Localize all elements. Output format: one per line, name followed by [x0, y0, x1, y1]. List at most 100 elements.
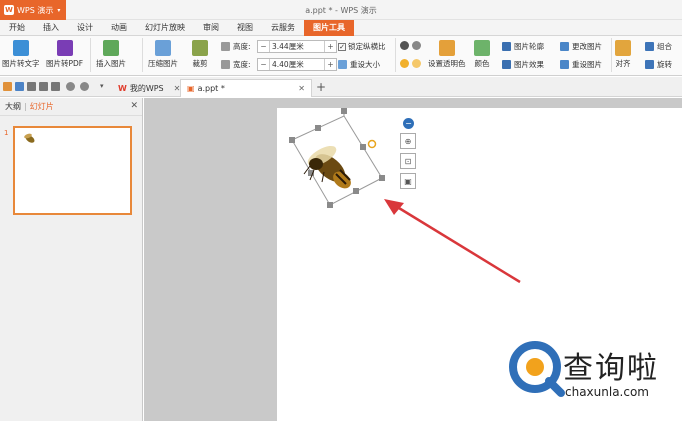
- pic-outline-button[interactable]: 图片轮廓: [502, 41, 544, 52]
- crop-button[interactable]: 裁剪: [192, 40, 208, 69]
- brightness-buttons[interactable]: [400, 59, 424, 68]
- ribbon-tabs: 开始 插入 设计 动画 幻灯片放映 审阅 视图 云服务 图片工具: [0, 19, 682, 36]
- contrast-decrease-icon: [412, 41, 421, 50]
- width-plus[interactable]: +: [325, 60, 336, 69]
- width-label: 宽度:: [221, 59, 251, 70]
- preview-icon[interactable]: [51, 82, 60, 91]
- collapse-icon[interactable]: −: [403, 118, 414, 129]
- brightness-decrease-icon: [412, 59, 421, 68]
- height-input[interactable]: 3.44厘米: [269, 41, 325, 52]
- customize-icon[interactable]: ▾: [100, 82, 109, 91]
- panel-header: 大纲 | 幻灯片: [0, 98, 142, 116]
- compress-button[interactable]: 压缩图片: [148, 40, 178, 69]
- color-icon: [474, 40, 490, 56]
- pic-effect-label: 图片效果: [514, 60, 544, 69]
- rotate-handle-icon[interactable]: [367, 139, 377, 149]
- tab-picture-tools[interactable]: 图片工具: [304, 19, 354, 36]
- rotate-button[interactable]: 旋转: [645, 59, 672, 70]
- doc-tab-my-wps[interactable]: W 我的WPS ✕: [112, 79, 186, 97]
- insert-picture-label: 插入图片: [96, 59, 126, 68]
- close-icon[interactable]: ✕: [298, 84, 305, 93]
- set-transparent-button[interactable]: 设置透明色: [428, 40, 466, 69]
- transparent-icon: [438, 40, 455, 56]
- insert-picture-button[interactable]: 插入图片: [96, 40, 126, 69]
- tab-slideshow[interactable]: 幻灯片放映: [136, 20, 194, 36]
- doc-tab-label: 我的WPS: [129, 83, 164, 93]
- watermark: 查询啦 chaxunla.com: [505, 335, 677, 405]
- tab-outline[interactable]: 大纲: [2, 101, 24, 112]
- compress-icon: [155, 40, 171, 56]
- reset-pic-label: 重设图片: [572, 60, 602, 69]
- export-icon[interactable]: [27, 82, 36, 91]
- pic-to-text-label: 图片转文字: [2, 59, 40, 68]
- height-minus[interactable]: −: [258, 42, 269, 51]
- width-input[interactable]: 4.40厘米: [269, 59, 325, 70]
- zoom-icon[interactable]: ⊕: [400, 133, 416, 149]
- group-button[interactable]: 组合: [645, 41, 672, 52]
- reset-picture-icon: [560, 60, 569, 69]
- redo-icon[interactable]: [80, 82, 89, 91]
- height-icon: [221, 42, 230, 51]
- set-transparent-label: 设置透明色: [428, 59, 466, 68]
- color-label: 颜色: [474, 59, 490, 68]
- doc-tab-label: a.ppt *: [197, 84, 225, 93]
- crop-label: 裁剪: [192, 59, 208, 68]
- picture-text-icon: [12, 40, 29, 56]
- contrast-buttons[interactable]: [400, 41, 424, 50]
- brightness-icon: [400, 59, 409, 68]
- annotation-arrow: [384, 199, 521, 284]
- tab-home[interactable]: 开始: [0, 20, 34, 36]
- divider: [142, 38, 143, 72]
- open-icon[interactable]: [3, 82, 12, 91]
- tab-insert[interactable]: 插入: [34, 20, 68, 36]
- tab-design[interactable]: 设计: [68, 20, 102, 36]
- tab-animation[interactable]: 动画: [102, 20, 136, 36]
- align-button[interactable]: 对齐: [615, 40, 631, 69]
- ppt-file-icon: ▣: [187, 84, 195, 93]
- close-icon[interactable]: ✕: [130, 101, 138, 111]
- slide-thumbnail[interactable]: [13, 126, 132, 215]
- tab-slides[interactable]: 幻灯片: [27, 101, 57, 112]
- width-minus[interactable]: −: [258, 60, 269, 69]
- tab-view[interactable]: 视图: [228, 20, 262, 36]
- rotate-icon: [645, 60, 654, 69]
- contrast-icon: [400, 41, 409, 50]
- pic-to-pdf-button[interactable]: 图片转PDF: [46, 40, 83, 69]
- quick-access-bar: ▾ W 我的WPS ✕ ▣ a.ppt * ✕ +: [0, 77, 682, 97]
- crop-icon: [192, 40, 208, 56]
- undo-icon[interactable]: [66, 82, 75, 91]
- slide-panel: 大纲 | 幻灯片 ✕ 1: [0, 98, 143, 421]
- pic-to-pdf-label: 图片转PDF: [46, 59, 84, 68]
- picture-float-toolbar: − ⊕ ⊡ ▣: [400, 118, 418, 193]
- new-tab-icon[interactable]: +: [316, 80, 326, 94]
- pic-to-text-button[interactable]: 图片转文字: [2, 40, 40, 69]
- reset-pic-button[interactable]: 重设图片: [560, 59, 602, 70]
- bee-thumbnail-icon: [24, 133, 35, 143]
- color-button[interactable]: 颜色: [474, 40, 490, 69]
- divider: [611, 38, 612, 72]
- width-icon: [221, 60, 230, 69]
- lock-ratio-checkbox[interactable]: ✓ 锁定纵横比: [338, 41, 386, 52]
- save-icon[interactable]: [15, 82, 24, 91]
- align-icon: [615, 40, 631, 56]
- height-stepper[interactable]: − 3.44厘米 +: [257, 40, 337, 53]
- print-icon[interactable]: [39, 82, 48, 91]
- picture-settings-icon[interactable]: ▣: [400, 173, 416, 189]
- divider: [90, 38, 91, 72]
- height-plus[interactable]: +: [325, 42, 336, 51]
- compress-label: 压缩图片: [148, 59, 178, 68]
- group-icon: [645, 42, 654, 51]
- change-pic-button[interactable]: 更改图片: [560, 41, 602, 52]
- pic-effect-button[interactable]: 图片效果: [502, 59, 544, 70]
- height-label: 高度:: [221, 41, 251, 52]
- doc-tab-a-ppt[interactable]: ▣ a.ppt * ✕: [180, 79, 312, 97]
- window-title: a.ppt * - WPS 演示: [305, 6, 377, 15]
- reset-size-button[interactable]: 重设大小: [338, 59, 380, 70]
- lock-ratio-label: 锁定纵横比: [348, 42, 386, 51]
- change-pic-label: 更改图片: [572, 42, 602, 51]
- divider: [395, 38, 396, 72]
- tab-review[interactable]: 审阅: [194, 20, 228, 36]
- width-stepper[interactable]: − 4.40厘米 +: [257, 58, 337, 71]
- tab-cloud[interactable]: 云服务: [262, 20, 304, 36]
- crop-float-icon[interactable]: ⊡: [400, 153, 416, 169]
